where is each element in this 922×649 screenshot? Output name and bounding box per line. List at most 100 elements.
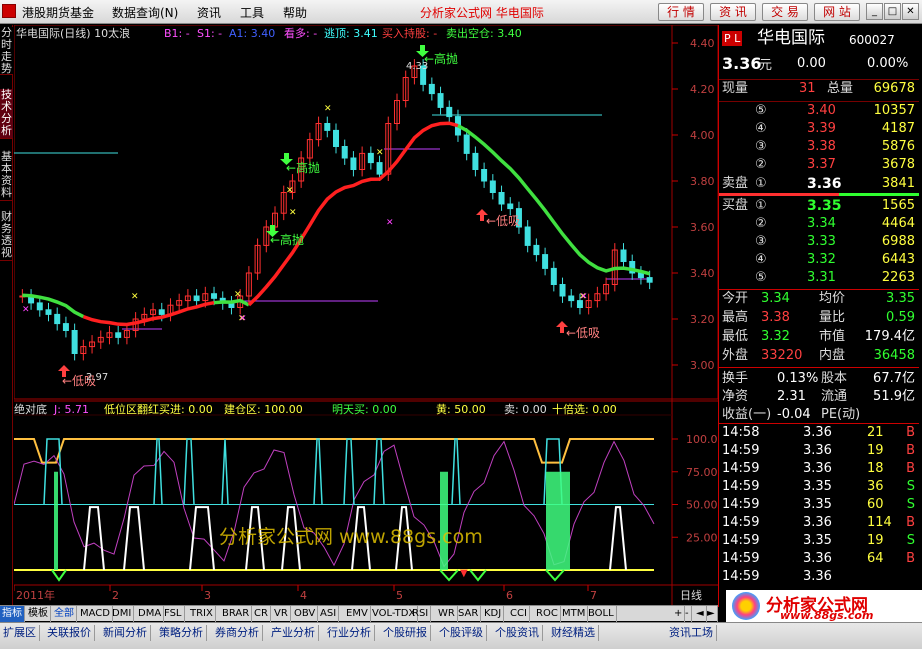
indicator-header-item: 建仓区: 100.00 <box>224 402 303 416</box>
app-icon[interactable] <box>2 4 16 18</box>
tick-volume: 19 <box>867 533 884 548</box>
tick-list: 14:58 3.36 21 B 14:59 3.36 19 B 14:59 3.36 18 B 14:5… <box>719 423 919 584</box>
website-button[interactable]: 网 站 <box>814 3 860 21</box>
ask-volume: 5876 <box>881 139 915 154</box>
x-axis-label: 4 <box>300 589 307 602</box>
indicator-tab-dma[interactable]: DMA <box>136 606 165 622</box>
menu-data-query[interactable]: 数据查询(N) <box>112 4 178 21</box>
indicator-header-item: 绝对底 <box>14 402 47 416</box>
indicator-header-item: 明天买: 0.00 <box>332 403 397 416</box>
indicator-tab-emv[interactable]: EMV <box>344 606 371 622</box>
cross-marker: ✕ <box>386 218 394 228</box>
kline-chart-svg: 华电国际(日线) 10太浪 B1: - S1: - A1: 3.40 看多: - 逃顶:… <box>13 24 725 605</box>
indicator-tab-boll[interactable]: BOLL <box>586 606 617 622</box>
stock-name: 华电国际 <box>757 28 825 48</box>
restore-icon[interactable]: □ <box>884 3 901 20</box>
scroll-right-icon[interactable]: ► <box>705 606 718 622</box>
close-icon[interactable]: ✕ <box>902 3 919 20</box>
candle <box>542 254 549 269</box>
tab-financials[interactable]: 财务透视 <box>0 211 13 261</box>
ask-level: ③ <box>755 139 767 154</box>
tab-fundamentals[interactable]: 基本资料 <box>0 151 13 201</box>
indicator-tab-全部[interactable]: 全部 <box>52 606 77 622</box>
footer-tab[interactable]: 行业分析 <box>324 625 375 641</box>
cross-marker: ✕ <box>22 305 30 315</box>
indicator-tab-vr[interactable]: VR <box>272 606 291 622</box>
cross-marker: ✕ <box>324 104 332 114</box>
bid-volume: 6988 <box>881 234 915 249</box>
footer-tab[interactable]: 策略分析 <box>156 625 207 641</box>
stat-label: 换手 <box>722 371 749 386</box>
header-item: A1: 3.40 <box>229 27 275 40</box>
indicator-tab-trix[interactable]: TRIX <box>188 606 216 622</box>
bid-label: 买盘 <box>722 198 749 213</box>
indicator-tab-obv[interactable]: OBV <box>292 606 319 622</box>
indicator-tick-label: 100.00 <box>686 433 718 446</box>
footer-tab[interactable]: 财经精选 <box>548 625 599 641</box>
tick-price: 3.35 <box>803 479 832 494</box>
tick-row: 14:59 3.36 64 B <box>719 550 919 568</box>
indicator-tab-dmi[interactable]: DMI <box>110 606 135 622</box>
indicator-tab-sar[interactable]: SAR <box>456 606 482 622</box>
quote-button[interactable]: 行 情 <box>658 3 704 21</box>
footer-tab[interactable]: 关联报价 <box>44 625 95 641</box>
zoom-out-icon[interactable]: - <box>683 606 692 622</box>
trade-button[interactable]: 交 易 <box>762 3 808 21</box>
footer-tab[interactable]: 新闻分析 <box>100 625 151 641</box>
indicator-tab-roc[interactable]: ROC <box>534 606 561 622</box>
bid-row: ② 3.34 4464 <box>719 215 919 233</box>
total-value: 69678 <box>873 81 915 96</box>
footer-tab[interactable]: 个股评级 <box>436 625 487 641</box>
indicator-header-item: 十倍选: 0.00 <box>552 402 617 416</box>
chart-area[interactable]: 华电国际(日线) 10太浪 B1: - S1: - A1: 3.40 看多: - 逃顶:… <box>13 24 725 605</box>
bid-level: ④ <box>755 252 767 267</box>
indicator-tab-rsi[interactable]: RSI <box>410 606 432 622</box>
candle <box>472 152 479 170</box>
pl-badge[interactable]: P L <box>722 31 743 46</box>
footer-tab[interactable]: 券商分析 <box>212 625 263 641</box>
ask-bid-bar-green <box>839 193 919 196</box>
news-button[interactable]: 资 讯 <box>710 3 756 21</box>
ask-price: 3.38 <box>807 139 836 154</box>
footer-tab[interactable]: 扩展区 <box>0 625 40 641</box>
change: 0.00 <box>797 56 826 71</box>
indicator-tab-fsl[interactable]: FSL <box>162 606 185 622</box>
menu-news[interactable]: 资讯 <box>197 4 221 21</box>
footer-bar: 扩展区 关联报价 新闻分析 策略分析 券商分析 产业分析 行业分析 个股研报 个股评级 个股资讯财… <box>0 622 922 649</box>
ask-volume: 4187 <box>881 121 915 136</box>
header-item: 买入持股: - <box>382 26 437 40</box>
indicator-tab-wr[interactable]: WR <box>436 606 458 622</box>
menu-futures[interactable]: 港股期货基金 <box>22 4 94 21</box>
ask-volume: 10357 <box>873 103 915 118</box>
tick-volume: 21 <box>867 425 884 440</box>
indicator-tab-指标[interactable]: 指标 <box>0 606 25 622</box>
indicator-tab-cr[interactable]: CR <box>252 606 271 622</box>
indicator-tab-asi[interactable]: ASI <box>318 606 340 622</box>
stat-row: 换手 0.13% 股本 67.7亿 <box>719 370 919 388</box>
tick-time: 14:59 <box>722 551 760 566</box>
low-buy-label: ←低吸 <box>486 214 520 228</box>
tab-technical[interactable]: 技术分析 <box>0 89 13 139</box>
tick-volume: 19 <box>867 443 884 458</box>
menu-help[interactable]: 帮助 <box>283 4 307 21</box>
indicator-tab-macd[interactable]: MACD <box>78 606 113 622</box>
indicator-tab-mtm[interactable]: MTM <box>560 606 589 622</box>
minimize-icon[interactable]: _ <box>866 3 883 20</box>
footer-tab[interactable]: 个股资讯 <box>492 625 543 641</box>
tick-price: 3.36 <box>803 425 832 440</box>
indicator-tab-kdj[interactable]: KDJ <box>482 606 505 622</box>
indicator-tab-模板[interactable]: 模板 <box>26 606 51 622</box>
tab-intraday[interactable]: 分时走势 <box>0 27 13 75</box>
stat-value: 3.35 <box>886 291 915 306</box>
volume-value: 31 <box>799 81 816 96</box>
x-axis-label: 3 <box>204 589 211 602</box>
footer-tab[interactable]: 产业分析 <box>268 625 319 641</box>
indicator-tab-brar[interactable]: BRAR <box>220 606 253 622</box>
tick-direction: B <box>906 551 915 566</box>
indicator-tick-label: 50.00 <box>686 499 718 512</box>
footer-right-tab[interactable]: 资讯工场 <box>666 625 717 641</box>
candle <box>646 277 653 283</box>
menu-tools[interactable]: 工具 <box>240 4 264 21</box>
indicator-tab-cci[interactable]: CCI <box>508 606 530 622</box>
footer-tab[interactable]: 个股研报 <box>380 625 431 641</box>
